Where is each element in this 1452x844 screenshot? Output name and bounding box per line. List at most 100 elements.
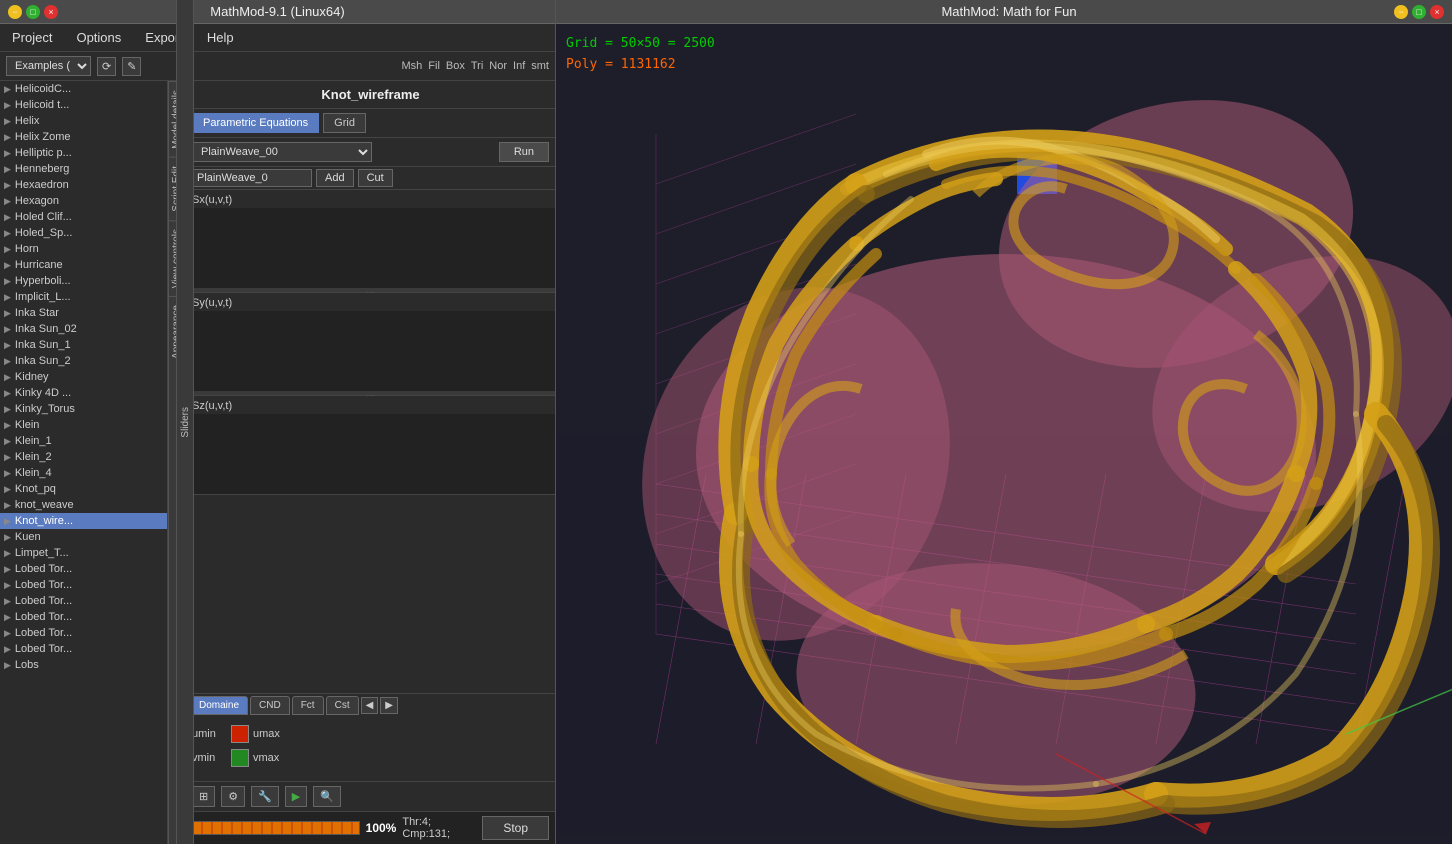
sy-section: Sy(u,v,t) ··· <box>186 293 555 396</box>
equation-sections: Sx(u,v,t) ··· Sy(u,v,t) ··· Sz(u,v,t) <box>186 190 555 693</box>
sz-textarea[interactable] <box>186 414 555 494</box>
smt-label: smt <box>531 60 549 72</box>
list-item[interactable]: ▶Kidney <box>0 369 167 385</box>
list-item[interactable]: ▶Lobed Tor... <box>0 609 167 625</box>
right-minimize-btn[interactable]: − <box>1394 5 1408 19</box>
list-item[interactable]: ▶knot_weave <box>0 497 167 513</box>
right-close-btn[interactable]: × <box>1430 5 1444 19</box>
list-item[interactable]: ▶Inka Star <box>0 305 167 321</box>
list-item[interactable]: ▶Henneberg <box>0 161 167 177</box>
tool-btn-2[interactable]: ⚙ <box>221 786 245 807</box>
panel-title: Knot_wireframe <box>186 81 555 109</box>
edit-btn[interactable]: ✎ <box>122 57 141 76</box>
sx-textarea[interactable] <box>186 208 555 288</box>
list-item[interactable]: ▶Klein_1 <box>0 433 167 449</box>
nor-label: Nor <box>489 60 507 72</box>
tool-btn-5[interactable]: 🔍 <box>313 786 341 807</box>
examples-dropdown[interactable]: Examples (35# <box>6 56 91 76</box>
maximize-btn[interactable]: □ <box>26 5 40 19</box>
bottom-tabs-bar: Domaine CND Fct Cst ◀ ▶ <box>186 693 555 717</box>
list-item-hurricane[interactable]: ▶Hurricane <box>0 257 167 273</box>
list-item[interactable]: ▶Inka Sun_2 <box>0 353 167 369</box>
list-item[interactable]: ▶Hexaedron <box>0 177 167 193</box>
list-item[interactable]: ▶Lobed Tor... <box>0 625 167 641</box>
list-item-horn[interactable]: ▶Horn <box>0 241 167 257</box>
inf-label: Inf <box>513 60 525 72</box>
list-item[interactable]: ▶Helliptic p... <box>0 145 167 161</box>
progress-percentage: 100% <box>366 821 397 835</box>
progress-bar-container <box>192 821 360 835</box>
list-item[interactable]: ▶Kuen <box>0 529 167 545</box>
list-item[interactable]: ▶Holed Clif... <box>0 209 167 225</box>
menu-options[interactable]: Options <box>72 28 125 47</box>
list-item[interactable]: ▶Knot_pq <box>0 481 167 497</box>
sx-label: Sx(u,v,t) <box>186 190 555 208</box>
formula-dropdown[interactable]: PlainWeave_00 <box>192 142 372 162</box>
tool-btn-4[interactable]: ▶ <box>285 786 307 807</box>
menu-help[interactable]: Help <box>203 28 238 47</box>
list-item[interactable]: ▶Holed_Sp... <box>0 225 167 241</box>
list-item[interactable]: ▶Lobed Tor... <box>0 593 167 609</box>
list-item[interactable]: ▶HelicoidC... <box>0 81 167 97</box>
list-item[interactable]: ▶Klein_4 <box>0 465 167 481</box>
close-btn[interactable]: × <box>44 5 58 19</box>
list-item[interactable]: ▶Inka Sun_02 <box>0 321 167 337</box>
progress-info: Thr:4; Cmp:131; <box>402 816 476 840</box>
prev-tab-btn[interactable]: ◀ <box>361 697 379 714</box>
run-button[interactable]: Run <box>499 142 549 162</box>
sx-resize-handle[interactable]: ··· <box>186 288 555 292</box>
list-item[interactable]: ▶Klein_2 <box>0 449 167 465</box>
list-item[interactable]: ▶Helix Zome <box>0 129 167 145</box>
list-item[interactable]: ▶Hexagon <box>0 193 167 209</box>
tool-btn-1[interactable]: ⊞ <box>192 786 215 807</box>
umin-color-box <box>231 725 249 743</box>
domain-area: umin umax vmin vmax <box>186 717 555 781</box>
list-item[interactable]: ▶Lobed Tor... <box>0 577 167 593</box>
tab-grid[interactable]: Grid <box>323 113 366 133</box>
vmin-row: vmin vmax <box>192 749 549 767</box>
add-button[interactable]: Add <box>316 169 354 187</box>
vmax-label: vmax <box>253 752 288 764</box>
sliders-tab[interactable]: Sliders <box>176 81 194 844</box>
list-item[interactable]: ▶Lobs <box>0 657 167 673</box>
sy-resize-handle[interactable]: ··· <box>186 391 555 395</box>
minimize-btn[interactable]: − <box>8 5 22 19</box>
sy-textarea[interactable] <box>186 311 555 391</box>
list-item[interactable]: ▶Kinky_Torus <box>0 401 167 417</box>
sliders-label: Sliders <box>180 407 191 438</box>
cut-button[interactable]: Cut <box>358 169 393 187</box>
list-item[interactable]: ▶Helix <box>0 113 167 129</box>
list-item[interactable]: ▶Inka Sun_1 <box>0 337 167 353</box>
list-item[interactable]: ▶Hyperboli... <box>0 273 167 289</box>
btab-cst[interactable]: Cst <box>326 696 359 715</box>
btab-fct[interactable]: Fct <box>292 696 324 715</box>
right-panel: MathMod: Math for Fun − □ × Grid = 50×50… <box>556 0 1452 844</box>
tool-btn-3[interactable]: 🔧 <box>251 786 279 807</box>
right-title-bar: MathMod: Math for Fun − □ × <box>556 0 1452 24</box>
sz-section: Sz(u,v,t) <box>186 396 555 495</box>
list-item[interactable]: ▶Limpet_T... <box>0 545 167 561</box>
menu-project[interactable]: Project <box>8 28 56 47</box>
btab-domaine[interactable]: Domaine <box>190 696 248 715</box>
progress-area: 100% Thr:4; Cmp:131; Stop <box>186 811 555 844</box>
param-tabs-bar: Parametric Equations Grid <box>186 109 555 138</box>
right-maximize-btn[interactable]: □ <box>1412 5 1426 19</box>
viewport[interactable]: Grid = 50×50 = 2500 Poly = 1131162 <box>556 24 1452 844</box>
menu-bar: Project Options Export Help <box>0 24 555 52</box>
list-item[interactable]: ▶Kinky 4D ... <box>0 385 167 401</box>
list-item[interactable]: ▶Helicoid t... <box>0 97 167 113</box>
umax-label: umax <box>253 728 288 740</box>
umin-row: umin umax <box>192 725 549 743</box>
list-item[interactable]: ▶Lobed Tor... <box>0 561 167 577</box>
refresh-btn[interactable]: ⟳ <box>97 57 116 76</box>
right-window-title: MathMod: Math for Fun <box>941 4 1076 19</box>
list-item[interactable]: ▶Implicit_L... <box>0 289 167 305</box>
formula-name-input[interactable] <box>192 169 312 187</box>
list-item[interactable]: ▶Lobed Tor... <box>0 641 167 657</box>
next-tab-btn[interactable]: ▶ <box>380 697 398 714</box>
stop-button[interactable]: Stop <box>482 816 549 840</box>
list-item-knot-wire[interactable]: ▶Knot_wire... <box>0 513 167 529</box>
list-item[interactable]: ▶Klein <box>0 417 167 433</box>
tab-parametric[interactable]: Parametric Equations <box>192 113 319 133</box>
btab-cnd[interactable]: CND <box>250 696 290 715</box>
